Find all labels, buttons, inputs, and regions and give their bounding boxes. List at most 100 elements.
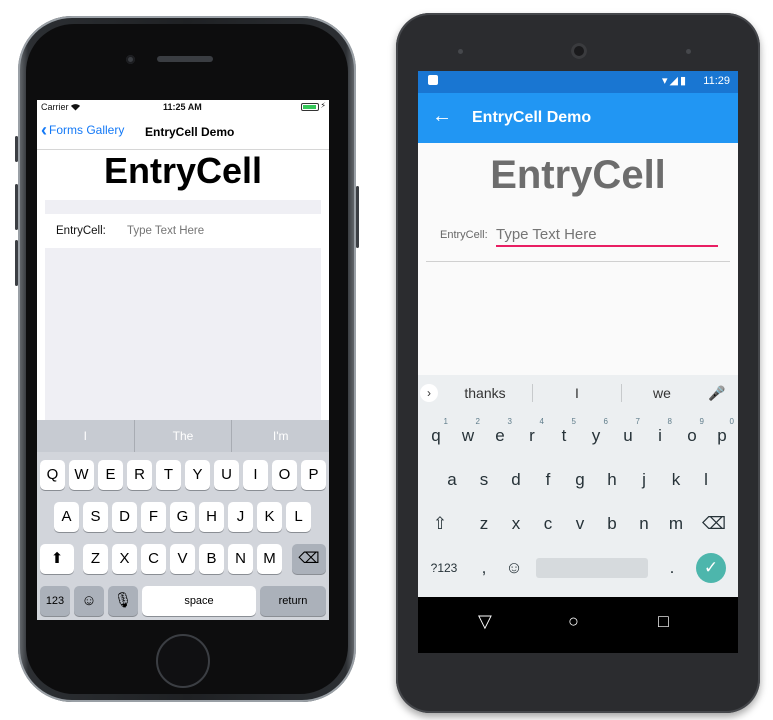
- key-r[interactable]: R: [127, 460, 152, 490]
- key-z[interactable]: z: [468, 509, 500, 539]
- key-t[interactable]: T: [156, 460, 181, 490]
- key-o[interactable]: O: [272, 460, 297, 490]
- key-k[interactable]: K: [257, 502, 282, 532]
- shift-arrow-icon: ⇧: [432, 514, 448, 533]
- key-v[interactable]: v: [564, 509, 596, 539]
- key-e[interactable]: E: [98, 460, 123, 490]
- key-i[interactable]: i8: [644, 417, 676, 451]
- key-g[interactable]: G: [170, 502, 195, 532]
- delete-key[interactable]: ⌫: [698, 509, 730, 539]
- space-key[interactable]: space: [142, 586, 256, 616]
- back-button[interactable]: ‹ Forms Gallery: [41, 120, 124, 140]
- suggestion-strip: › thanks I we 🎤: [418, 375, 738, 411]
- key-u-label: u: [623, 426, 633, 445]
- key-u[interactable]: u7: [612, 417, 644, 451]
- microphone-icon[interactable]: 🎤: [702, 385, 732, 402]
- key-a[interactable]: a: [436, 465, 468, 495]
- prediction-1[interactable]: I: [37, 420, 135, 452]
- space-key[interactable]: [536, 558, 648, 578]
- key-y[interactable]: Y: [185, 460, 210, 490]
- volume-up-button: [15, 184, 18, 230]
- entry-cell-input[interactable]: [496, 223, 718, 247]
- key-p[interactable]: p0: [706, 417, 738, 451]
- return-key[interactable]: return: [260, 586, 326, 616]
- key-z[interactable]: Z: [83, 544, 108, 574]
- key-p[interactable]: P: [301, 460, 326, 490]
- key-p-hint: 0: [729, 417, 734, 426]
- key-q[interactable]: Q: [40, 460, 65, 490]
- key-l[interactable]: L: [286, 502, 311, 532]
- key-o-hint: 9: [699, 417, 704, 426]
- key-e-label: e: [495, 426, 505, 445]
- emoji-key[interactable]: ☺: [74, 586, 104, 616]
- entry-cell-label: EntryCell:: [440, 229, 488, 241]
- key-j[interactable]: j: [628, 465, 660, 495]
- key-c[interactable]: c: [532, 509, 564, 539]
- key-f[interactable]: F: [141, 502, 166, 532]
- prediction-3[interactable]: I'm: [232, 420, 329, 452]
- key-b[interactable]: b: [596, 509, 628, 539]
- home-button[interactable]: [156, 634, 210, 688]
- shift-key[interactable]: ⬆: [40, 544, 74, 574]
- heading-label: EntryCell: [490, 153, 666, 197]
- key-e[interactable]: e3: [484, 417, 516, 451]
- key-i[interactable]: I: [243, 460, 268, 490]
- key-q-hint: 1: [443, 417, 448, 426]
- proximity-sensor: [458, 49, 463, 54]
- front-camera-icon: [126, 55, 135, 64]
- shift-key[interactable]: ⇧: [424, 509, 456, 539]
- key-h[interactable]: h: [596, 465, 628, 495]
- entry-cell[interactable]: EntryCell:: [45, 214, 321, 248]
- key-r[interactable]: r4: [516, 417, 548, 451]
- key-d[interactable]: d: [500, 465, 532, 495]
- period-key[interactable]: .: [656, 553, 688, 583]
- delete-key[interactable]: ⌫: [292, 544, 326, 574]
- numbers-key[interactable]: 123: [40, 586, 70, 616]
- key-f[interactable]: f: [532, 465, 564, 495]
- key-c[interactable]: C: [141, 544, 166, 574]
- key-t-hint: 5: [571, 417, 576, 426]
- key-n[interactable]: n: [628, 509, 660, 539]
- key-s[interactable]: s: [468, 465, 500, 495]
- chevron-right-icon[interactable]: ›: [420, 384, 438, 402]
- charging-icon: ⚡: [320, 101, 326, 110]
- wifi-icon: [71, 104, 81, 111]
- suggestion-2[interactable]: I: [533, 385, 621, 401]
- key-t[interactable]: t5: [548, 417, 580, 451]
- key-x[interactable]: X: [112, 544, 137, 574]
- entry-cell-input[interactable]: [127, 225, 307, 237]
- key-m[interactable]: m: [660, 509, 692, 539]
- key-w[interactable]: W: [69, 460, 94, 490]
- prediction-2[interactable]: The: [135, 420, 233, 452]
- recents-square-icon[interactable]: □: [658, 611, 669, 632]
- home-circle-icon[interactable]: ○: [568, 611, 579, 632]
- chevron-left-icon: ‹: [41, 120, 47, 140]
- key-x[interactable]: x: [500, 509, 532, 539]
- key-w[interactable]: w2: [452, 417, 484, 451]
- key-b[interactable]: B: [199, 544, 224, 574]
- back-arrow-icon[interactable]: ←: [432, 105, 452, 128]
- key-o[interactable]: o9: [676, 417, 708, 451]
- emoji-key[interactable]: ☺: [498, 553, 530, 583]
- key-a[interactable]: A: [54, 502, 79, 532]
- enter-key[interactable]: ✓: [696, 553, 726, 583]
- key-u[interactable]: U: [214, 460, 239, 490]
- key-h[interactable]: H: [199, 502, 224, 532]
- symbols-key[interactable]: ?123: [424, 553, 464, 583]
- suggestion-1[interactable]: thanks: [438, 385, 532, 401]
- key-k[interactable]: k: [660, 465, 692, 495]
- key-y[interactable]: y6: [580, 417, 612, 451]
- key-s[interactable]: S: [83, 502, 108, 532]
- key-g[interactable]: g: [564, 465, 596, 495]
- comma-key[interactable]: ,: [468, 553, 500, 583]
- key-m[interactable]: M: [257, 544, 282, 574]
- dictation-key[interactable]: 🎙: [108, 586, 138, 616]
- key-q[interactable]: q1: [420, 417, 452, 451]
- key-j[interactable]: J: [228, 502, 253, 532]
- suggestion-3[interactable]: we: [622, 385, 702, 401]
- key-v[interactable]: V: [170, 544, 195, 574]
- key-d[interactable]: D: [112, 502, 137, 532]
- back-triangle-icon[interactable]: ▽: [478, 611, 492, 632]
- key-l[interactable]: l: [690, 465, 722, 495]
- key-n[interactable]: N: [228, 544, 253, 574]
